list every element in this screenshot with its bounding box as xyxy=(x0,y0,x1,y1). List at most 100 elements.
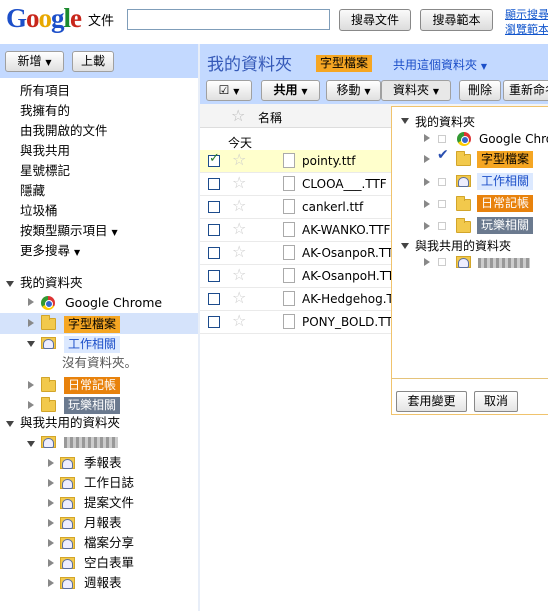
folder-work[interactable]: 工作相關 xyxy=(64,336,121,353)
popup-checkbox[interactable] xyxy=(438,178,446,186)
share-folder-link[interactable]: 共用這個資料夾 ▼ xyxy=(393,56,487,73)
nav-more-searches[interactable]: 更多搜尋 ▼ xyxy=(20,241,80,263)
popup-folder-accounts[interactable]: 日常記帳 xyxy=(477,195,534,212)
popup-checkbox[interactable] xyxy=(438,222,446,230)
shared-folder-item[interactable]: 空白表單 xyxy=(84,553,134,573)
check-icon[interactable]: ✔ xyxy=(437,147,449,163)
popup-checkbox[interactable] xyxy=(438,258,446,266)
shared-folder-item[interactable]: 工作日誌 xyxy=(84,473,134,493)
browse-templates-link[interactable]: 瀏覽範本 xyxy=(505,21,548,37)
nav-owned-by-me[interactable]: 我擁有的 xyxy=(20,101,70,121)
expand-folder-icon[interactable] xyxy=(28,319,34,327)
expand-folder-icon[interactable] xyxy=(48,539,54,547)
shared-folder-item[interactable]: 季報表 xyxy=(84,453,122,473)
expand-icon[interactable] xyxy=(401,243,409,249)
shared-folder-item[interactable]: 提案文件 xyxy=(84,493,134,513)
expand-folder-icon[interactable] xyxy=(28,401,34,409)
expand-my-folders-icon[interactable] xyxy=(6,281,14,287)
file-name[interactable]: pointy.ttf xyxy=(302,154,355,168)
upload-button[interactable]: 上載 xyxy=(72,51,114,72)
collapse-folder-icon[interactable] xyxy=(27,441,35,447)
popup-folder-fun[interactable]: 玩樂相關 xyxy=(477,217,534,234)
file-name[interactable]: AK-OsanpoR.TTF xyxy=(302,246,400,260)
nav-trash[interactable]: 垃圾桶 xyxy=(20,201,58,221)
nav-hidden[interactable]: 隱藏 xyxy=(20,181,45,201)
folder-google-chrome[interactable]: Google Chrome xyxy=(65,293,162,313)
move-button[interactable]: 移動 ▼ xyxy=(326,80,381,101)
expand-icon[interactable] xyxy=(424,222,430,230)
star-icon[interactable]: ☆ xyxy=(232,197,246,215)
popup-folder-work[interactable]: 工作相關 xyxy=(477,173,534,190)
shared-folders-heading[interactable]: 與我共用的資料夾 xyxy=(20,413,120,433)
row-checkbox[interactable] xyxy=(208,247,220,259)
expand-folder-icon[interactable] xyxy=(48,579,54,587)
file-name[interactable]: AK-WANKO.TTF xyxy=(302,223,390,237)
star-icon[interactable]: ☆ xyxy=(232,243,246,261)
expand-folder-icon[interactable] xyxy=(48,459,54,467)
show-search-options-link[interactable]: 顯示搜尋 xyxy=(505,6,548,22)
expand-icon[interactable] xyxy=(424,155,430,163)
shared-folder-item[interactable]: 月報表 xyxy=(84,513,122,533)
star-icon[interactable]: ☆ xyxy=(232,312,246,330)
search-docs-button[interactable]: 搜尋文件 xyxy=(339,9,411,31)
file-name[interactable]: AK-OsanpoH.TTF xyxy=(302,269,401,283)
star-icon[interactable]: ☆ xyxy=(232,266,246,284)
folder-button[interactable]: 資料夾 ▼ xyxy=(381,80,451,101)
row-checkbox[interactable] xyxy=(208,270,220,282)
my-folders-heading[interactable]: 我的資料夾 xyxy=(20,273,83,293)
apply-changes-button[interactable]: 套用變更 xyxy=(396,391,467,412)
row-checkbox[interactable]: ✓ xyxy=(208,151,220,167)
nav-starred[interactable]: 星號標記 xyxy=(20,161,70,181)
expand-icon[interactable] xyxy=(424,258,430,266)
file-name[interactable]: cankerl.ttf xyxy=(302,200,363,214)
expand-folder-icon[interactable] xyxy=(28,298,34,306)
expand-shared-folders-icon[interactable] xyxy=(6,421,14,427)
delete-button[interactable]: 刪除 xyxy=(459,80,501,101)
expand-icon[interactable] xyxy=(401,118,409,124)
new-button[interactable]: 新增 ▼ xyxy=(5,51,64,72)
star-icon[interactable]: ☆ xyxy=(232,289,246,307)
shared-folder-item[interactable]: 週報表 xyxy=(84,573,122,593)
google-logo[interactable]: Google xyxy=(6,2,82,34)
expand-folder-icon[interactable] xyxy=(48,499,54,507)
breadcrumb-root[interactable]: 我的資料夾 xyxy=(207,50,292,75)
row-checkbox[interactable] xyxy=(208,293,220,305)
row-checkbox[interactable] xyxy=(208,178,220,190)
share-button[interactable]: 共用 ▼ xyxy=(261,80,320,101)
column-name[interactable]: 名稱 xyxy=(258,109,282,126)
rename-button[interactable]: 重新命名 xyxy=(503,80,548,101)
nav-opened-by-me[interactable]: 由我開啟的文件 xyxy=(20,121,108,141)
select-checkbox-menu[interactable]: ☑ ▼ xyxy=(206,80,252,101)
star-column-icon[interactable]: ☆ xyxy=(231,106,245,125)
collapse-folder-icon[interactable] xyxy=(27,341,35,347)
file-name[interactable]: CLOOA___.TTF xyxy=(302,177,387,191)
folder-fun[interactable]: 玩樂相關 xyxy=(64,397,121,414)
row-checkbox[interactable] xyxy=(208,201,220,213)
nav-by-type[interactable]: 按類型顯示項目 ▼ xyxy=(20,221,118,243)
search-templates-button[interactable]: 搜尋範本 xyxy=(420,9,493,31)
row-checkbox[interactable] xyxy=(208,224,220,236)
expand-icon[interactable] xyxy=(424,178,430,186)
folder-accounts[interactable]: 日常記帳 xyxy=(64,377,121,394)
expand-folder-icon[interactable] xyxy=(48,479,54,487)
star-icon[interactable]: ☆ xyxy=(232,151,246,169)
star-icon[interactable]: ☆ xyxy=(232,174,246,192)
shared-folder-item[interactable]: 檔案分享 xyxy=(84,533,134,553)
expand-icon[interactable] xyxy=(424,200,430,208)
search-input[interactable] xyxy=(127,9,330,30)
nav-all-items[interactable]: 所有項目 xyxy=(20,81,70,101)
star-icon[interactable]: ☆ xyxy=(232,220,246,238)
popup-checkbox[interactable] xyxy=(438,135,446,143)
popup-folder-chrome[interactable]: Google Chrome xyxy=(479,132,548,146)
expand-icon[interactable] xyxy=(424,134,430,142)
expand-folder-icon[interactable] xyxy=(48,559,54,567)
row-checkbox[interactable] xyxy=(208,316,220,328)
file-name[interactable]: PONY_BOLD.TTF xyxy=(302,315,400,329)
cancel-button[interactable]: 取消 xyxy=(474,391,518,412)
expand-folder-icon[interactable] xyxy=(28,381,34,389)
folder-fonts[interactable]: 字型檔案 xyxy=(64,316,121,333)
popup-checkbox[interactable] xyxy=(438,200,446,208)
current-folder-tag[interactable]: 字型檔案 xyxy=(316,55,373,72)
nav-shared-with-me[interactable]: 與我共用 xyxy=(20,141,70,161)
popup-folder-fonts[interactable]: 字型檔案 xyxy=(477,151,534,168)
